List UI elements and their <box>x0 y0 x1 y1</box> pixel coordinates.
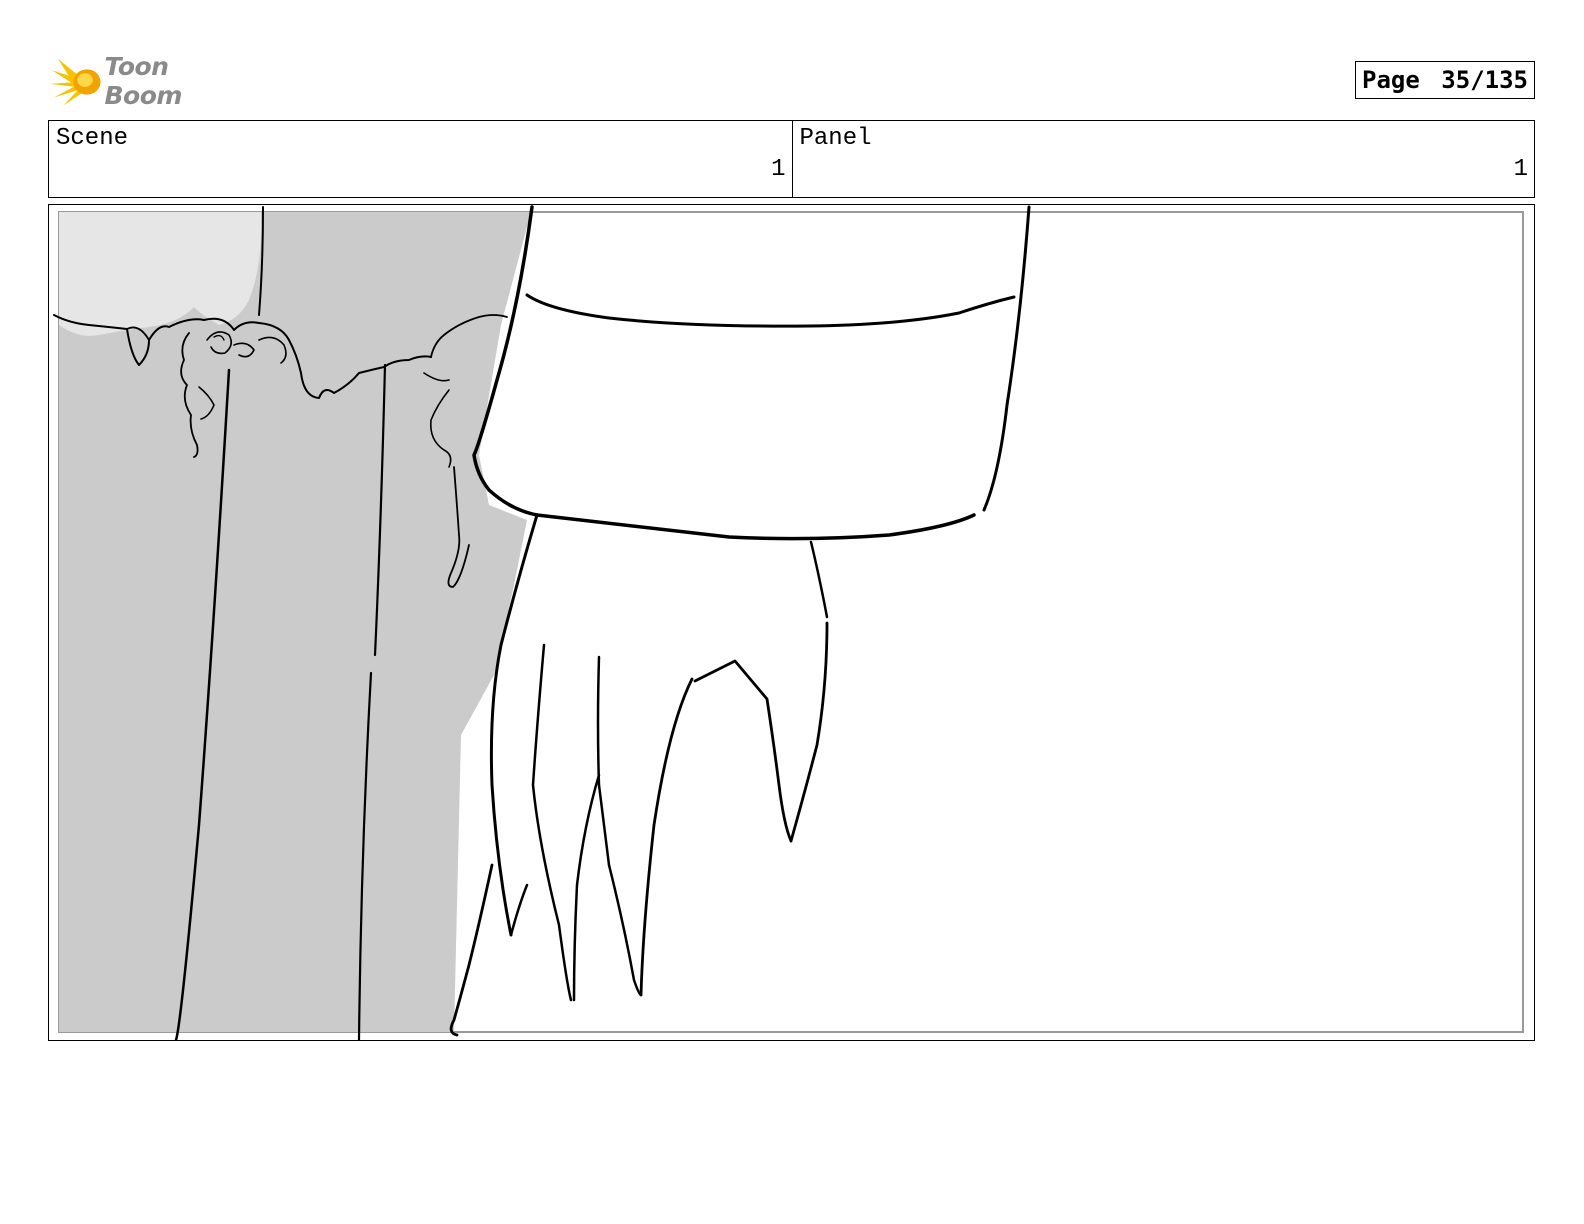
scene-label: Scene <box>56 125 129 152</box>
panel-cell: Panel 1 <box>791 121 1535 197</box>
storyboard-panel <box>48 204 1535 1041</box>
starburst-logo-icon <box>50 58 101 106</box>
scene-cell: Scene 1 <box>49 121 792 197</box>
logo-text: Toon Boom <box>104 52 183 110</box>
toon-boom-logo: Toon Boom <box>50 52 250 110</box>
panel-label: Panel <box>799 125 872 152</box>
scene-panel-info: Scene 1 Panel 1 <box>48 120 1535 198</box>
page-number: 35/135 <box>1441 66 1528 94</box>
page-indicator: Page 35/135 <box>1355 61 1535 99</box>
background-shade <box>59 212 531 1032</box>
panel-value: 1 <box>1513 156 1528 183</box>
storyboard-sketch <box>53 205 1524 1040</box>
sky-patch <box>59 212 262 336</box>
page-label: Page <box>1362 66 1420 94</box>
scene-value: 1 <box>771 156 786 183</box>
